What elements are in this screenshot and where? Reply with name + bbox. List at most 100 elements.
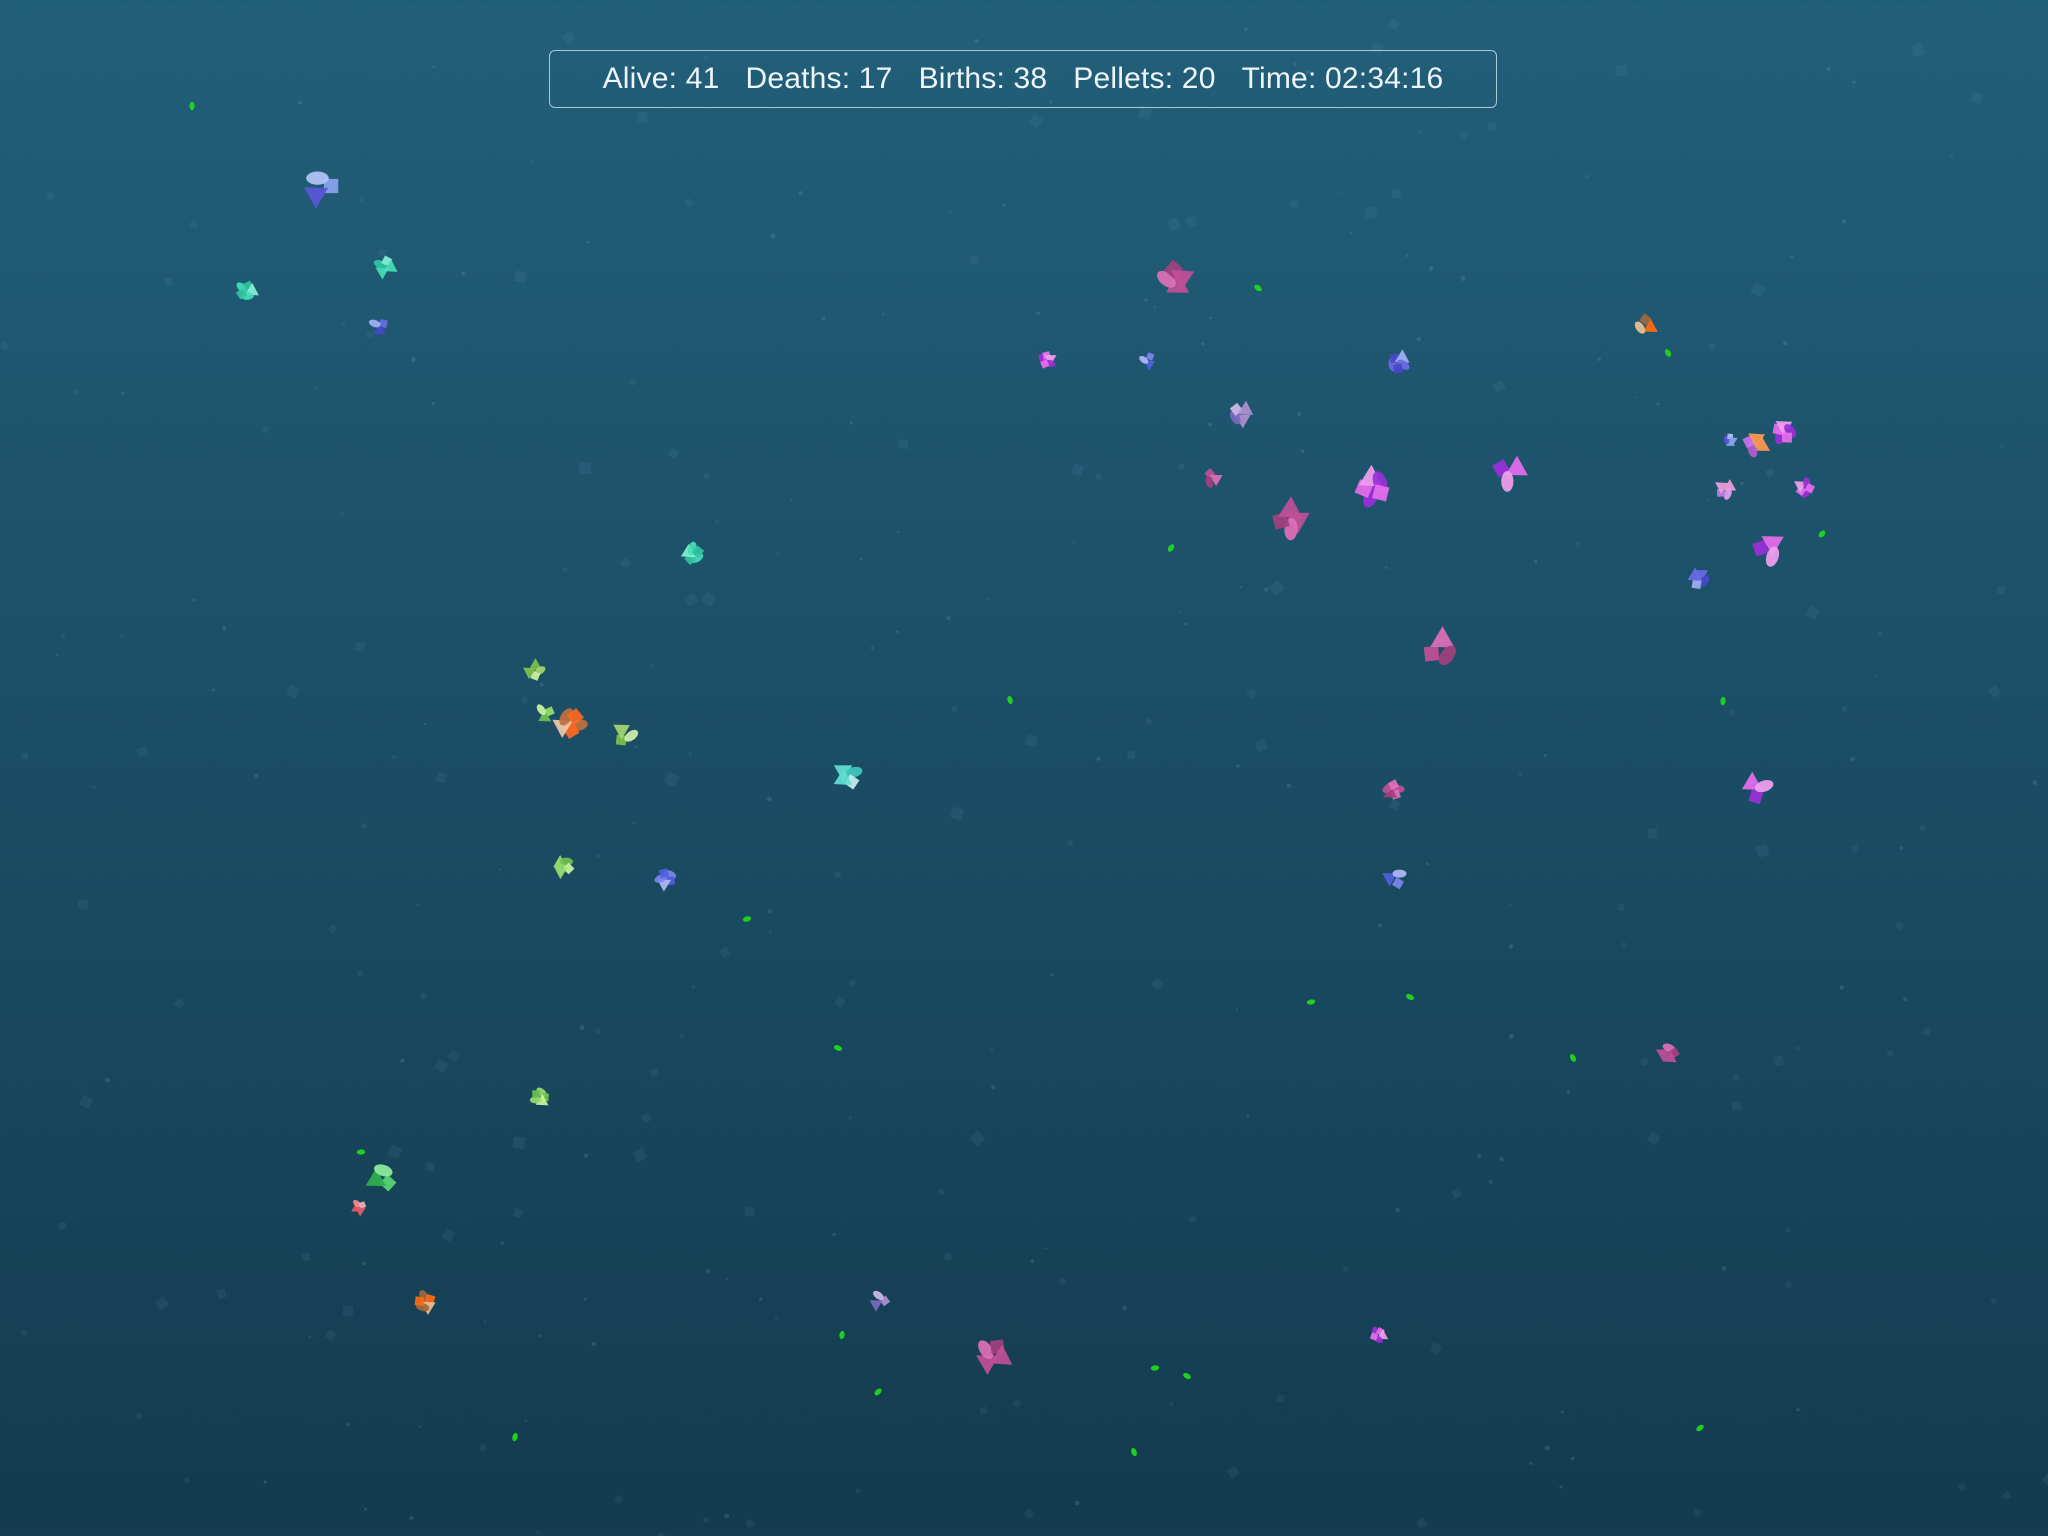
background-particle [1450, 1188, 1462, 1200]
background-particle [58, 1222, 67, 1230]
creature[interactable] [408, 1285, 443, 1320]
background-particle [327, 924, 338, 934]
creature[interactable] [534, 702, 555, 727]
background-speck [1826, 67, 1831, 72]
background-speck [1508, 944, 1514, 949]
background-particle [1804, 604, 1821, 621]
food-pellet [1306, 999, 1316, 1005]
background-particle [1226, 1465, 1240, 1479]
creature[interactable] [1491, 454, 1531, 495]
background-particle [938, 1188, 945, 1195]
background-speck [1239, 585, 1242, 589]
background-particle [1922, 1026, 1932, 1037]
background-speck [725, 1278, 728, 1281]
background-particle [744, 1206, 755, 1217]
creature[interactable] [867, 1288, 893, 1315]
background-speck [1350, 231, 1353, 234]
creature[interactable] [1344, 460, 1397, 514]
background-speck [1508, 1033, 1514, 1039]
creature[interactable] [1264, 491, 1318, 547]
creature[interactable] [1709, 473, 1740, 504]
creature[interactable] [1382, 862, 1413, 893]
background-speck [1209, 316, 1212, 320]
creature[interactable] [1736, 769, 1777, 808]
background-particle [1415, 1517, 1428, 1530]
background-speck [364, 1507, 367, 1511]
background-speck [298, 100, 302, 105]
background-particle [1459, 130, 1469, 140]
background-particle [855, 1488, 861, 1494]
background-particle [154, 1295, 170, 1312]
background-particle [578, 462, 592, 475]
background-particle [391, 755, 396, 760]
creature[interactable] [526, 1084, 552, 1112]
creature[interactable] [1794, 476, 1816, 500]
background-speck [1395, 1207, 1400, 1213]
creature[interactable] [1148, 250, 1206, 309]
background-particle [768, 929, 773, 934]
creature[interactable] [1413, 621, 1465, 674]
background-speck [423, 722, 427, 726]
background-speck [222, 626, 227, 631]
background-particle [190, 221, 198, 228]
background-particle [1071, 463, 1085, 477]
background-speck [1036, 311, 1041, 315]
background-speck [1385, 566, 1388, 569]
background-particle [1990, 1296, 1998, 1305]
background-particle [435, 771, 448, 784]
background-particle [1188, 1215, 1197, 1224]
creature[interactable] [1203, 468, 1227, 491]
background-speck [1122, 1305, 1127, 1311]
background-particle [1706, 498, 1710, 503]
background-speck [821, 316, 826, 321]
background-particle [834, 996, 846, 1008]
background-speck [895, 630, 899, 634]
background-speck [584, 1153, 589, 1158]
creature[interactable] [1681, 559, 1716, 593]
creature[interactable] [652, 867, 678, 893]
creature[interactable] [1764, 411, 1805, 452]
background-speck [1096, 756, 1101, 761]
creature[interactable] [304, 171, 339, 209]
background-speck [308, 1336, 311, 1339]
background-particle [1957, 1483, 1966, 1492]
creature[interactable] [826, 754, 869, 797]
world-canvas [0, 18, 2048, 1536]
creature[interactable] [676, 537, 708, 568]
background-speck [461, 271, 465, 276]
background-particle [1365, 206, 1377, 219]
creature[interactable] [546, 848, 580, 882]
creature[interactable] [972, 1332, 1013, 1377]
background-speck [1002, 203, 1006, 207]
creature[interactable] [522, 657, 547, 681]
background-particle [1784, 1281, 1792, 1289]
background-speck [1852, 80, 1856, 84]
creature[interactable] [1036, 349, 1060, 369]
creature[interactable] [1748, 525, 1796, 573]
creature[interactable] [1225, 398, 1258, 431]
creature[interactable] [356, 1155, 403, 1202]
creature[interactable] [1137, 348, 1162, 373]
creature[interactable] [1366, 1323, 1392, 1347]
background-speck [1903, 997, 1908, 1002]
creature[interactable] [1651, 1040, 1682, 1071]
background-speck [411, 357, 416, 362]
creature[interactable] [231, 277, 262, 305]
background-speck [362, 1261, 366, 1266]
food-pellet [1150, 1365, 1160, 1371]
creature[interactable] [348, 1198, 368, 1217]
background-particle [216, 1288, 227, 1299]
background-particle [1391, 188, 1402, 199]
background-speck [1425, 862, 1429, 866]
creature[interactable] [1719, 429, 1741, 451]
background-particle [134, 1411, 144, 1420]
background-particle [1877, 631, 1883, 636]
background-speck [1740, 481, 1744, 486]
creature[interactable] [1630, 311, 1663, 342]
background-particle [301, 1251, 312, 1262]
creature[interactable] [1741, 426, 1771, 460]
background-particle [1895, 921, 1904, 931]
creature[interactable] [609, 715, 643, 749]
creature[interactable] [1383, 348, 1413, 379]
creature[interactable] [548, 701, 593, 746]
